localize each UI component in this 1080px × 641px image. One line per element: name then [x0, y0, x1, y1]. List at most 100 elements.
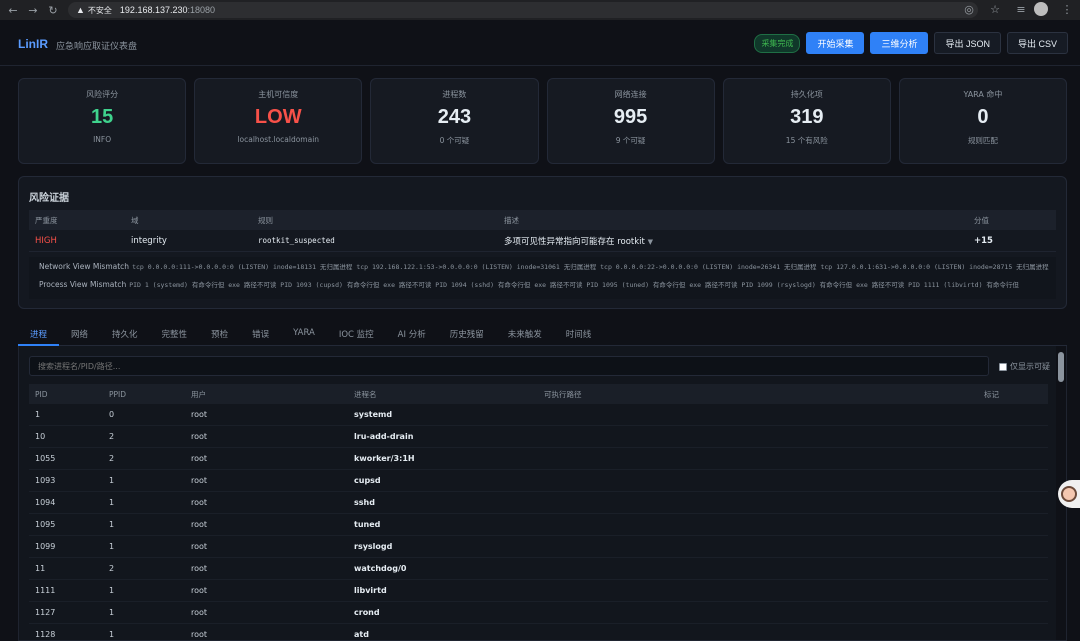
- checkbox[interactable]: [999, 362, 1007, 371]
- tab-timeline[interactable]: 时间线: [554, 322, 604, 346]
- evidence-title: 风险证据: [29, 193, 69, 204]
- address-bar[interactable]: ▲ 不安全 192.168.137.230 :18080: [68, 2, 978, 18]
- cell-ppid: 1: [109, 586, 115, 595]
- col-pid[interactable]: PID: [29, 390, 109, 399]
- risk-score-card: 风险评分 15 INFO: [18, 78, 187, 164]
- card-value: 243: [437, 106, 472, 128]
- profile-avatar[interactable]: [1034, 2, 1048, 16]
- cell-name: tuned: [354, 520, 381, 529]
- analyze-button[interactable]: 三维分析: [870, 32, 929, 54]
- evidence-header: 严重度 域 规则 描述 分值: [29, 210, 1056, 230]
- favorites-icon[interactable]: ≡: [1014, 2, 1028, 16]
- expand-caret-icon[interactable]: ▼: [648, 238, 653, 246]
- export-json-button[interactable]: 导出 JSON: [934, 32, 1001, 54]
- evidence-details: Network View Mismatch tcp 0.0.0.0:111->0…: [29, 257, 1056, 299]
- cell-ppid: 1: [109, 608, 115, 617]
- cell-name: libvirtd: [354, 586, 387, 595]
- cell-ppid: 1: [109, 498, 115, 507]
- col-rule: 规则: [258, 215, 273, 225]
- evidence-table: 严重度 域 规则 描述 分值 HIGH integrity rootkit_su…: [29, 210, 1056, 252]
- card-value: 15: [90, 106, 114, 128]
- menu-icon[interactable]: ⋮: [1060, 2, 1074, 16]
- col-exe[interactable]: 可执行路径: [544, 389, 984, 400]
- tab-network[interactable]: 网络: [59, 322, 100, 346]
- description-cell: 多项可见性异常指向可能存在 rootkit ▼: [504, 235, 974, 247]
- cell-name: atd: [354, 630, 369, 639]
- host-trust-card: 主机可信度 LOW localhost.localdomain: [194, 78, 363, 164]
- cell-name: sshd: [354, 498, 375, 507]
- evidence-row[interactable]: HIGH integrity rootkit_suspected 多项可见性异常…: [29, 230, 1056, 252]
- back-icon[interactable]: ←: [6, 3, 20, 17]
- search-input[interactable]: [38, 361, 988, 371]
- col-score: 分值: [974, 215, 989, 225]
- table-row[interactable]: 1095 1 root tuned: [29, 514, 1048, 536]
- checkbox-label: 仅显示可疑: [1010, 362, 1050, 371]
- assistant-avatar[interactable]: [1058, 480, 1080, 508]
- table-row[interactable]: 11 2 root watchdog/0: [29, 558, 1048, 580]
- cell-pid: 1094: [35, 498, 56, 507]
- warning-icon: ▲: [76, 5, 85, 15]
- tab-future[interactable]: 未来触发: [496, 322, 554, 346]
- card-sub: 9 个可疑: [615, 136, 646, 145]
- col-severity: 严重度: [35, 215, 58, 225]
- table-row[interactable]: 1094 1 root sshd: [29, 492, 1048, 514]
- export-csv-button[interactable]: 导出 CSV: [1006, 32, 1068, 54]
- tab-ioc[interactable]: IOC 监控: [327, 322, 386, 346]
- cell-pid: 1128: [35, 630, 56, 639]
- card-value: 995: [613, 106, 648, 128]
- cell-pid: 1111: [35, 586, 56, 595]
- search-box[interactable]: [29, 356, 989, 376]
- cell-user: root: [191, 498, 208, 507]
- cell-name: crond: [354, 608, 380, 617]
- col-flag[interactable]: 标记: [984, 389, 1044, 400]
- cell-user: root: [191, 630, 208, 639]
- cell-user: root: [191, 520, 208, 529]
- card-label: 网络连接: [614, 90, 647, 99]
- yara-card: YARA 命中 0 规则匹配: [898, 78, 1068, 164]
- tab-yara[interactable]: YARA: [281, 322, 327, 346]
- table-row[interactable]: 1128 1 root atd: [29, 624, 1048, 640]
- risk-evidence-panel: 风险证据 严重度 域 规则 描述 分值 HIGH integrity rootk…: [18, 176, 1067, 309]
- card-sub: 0 个可疑: [439, 136, 470, 145]
- tab-integrity[interactable]: 完整性: [150, 322, 200, 346]
- cell-ppid: 1: [109, 476, 115, 485]
- tab-process[interactable]: 进程: [18, 322, 60, 346]
- tab-precheck[interactable]: 预检: [199, 322, 240, 346]
- col-ppid[interactable]: PPID: [109, 390, 191, 399]
- scrollbar-thumb[interactable]: [1058, 352, 1064, 382]
- card-sub: 15 个有风险: [785, 136, 828, 145]
- star-icon[interactable]: ☆: [988, 2, 1002, 16]
- app-header: LinIR 应急响应取证仪表盘 采集完成 开始采集 三维分析 导出 JSON 导…: [0, 20, 1080, 66]
- cell-ppid: 1: [109, 520, 115, 529]
- cell-pid: 1093: [35, 476, 56, 485]
- tab-persistence[interactable]: 持久化: [100, 322, 150, 346]
- col-name[interactable]: 进程名: [354, 389, 544, 400]
- severity-value: HIGH: [35, 235, 57, 246]
- cell-ppid: 0: [109, 410, 115, 419]
- cell-pid: 1055: [35, 454, 56, 463]
- start-collect-button[interactable]: 开始采集: [806, 32, 865, 54]
- cell-user: root: [191, 432, 208, 441]
- table-row[interactable]: 1127 1 root crond: [29, 602, 1048, 624]
- cell-ppid: 2: [109, 432, 115, 441]
- table-row[interactable]: 1055 2 root kworker/3:1H: [29, 448, 1048, 470]
- reload-icon[interactable]: ↻: [46, 3, 60, 17]
- table-row[interactable]: 10 2 root lru-add-drain: [29, 426, 1048, 448]
- col-user[interactable]: 用户: [191, 389, 354, 400]
- detail-value: tcp 0.0.0.0:111->0.0.0.0:0 (LISTEN) inod…: [132, 263, 1049, 271]
- extension-icon[interactable]: ◎: [962, 2, 976, 16]
- cell-user: root: [191, 454, 208, 463]
- forward-icon[interactable]: →: [26, 3, 40, 17]
- table-row[interactable]: 1099 1 root rsyslogd: [29, 536, 1048, 558]
- tab-history[interactable]: 历史残留: [438, 322, 496, 346]
- card-value: 319: [790, 106, 824, 128]
- table-row[interactable]: 1093 1 root cupsd: [29, 470, 1048, 492]
- table-row[interactable]: 1111 1 root libvirtd: [29, 580, 1048, 602]
- only-suspicious-toggle[interactable]: 仅显示可疑: [999, 361, 1050, 372]
- tab-ai[interactable]: AI 分析: [386, 322, 438, 346]
- table-row[interactable]: 1 0 root systemd: [29, 404, 1048, 426]
- tab-errors[interactable]: 错误: [240, 322, 281, 346]
- cell-ppid: 1: [109, 542, 115, 551]
- detail-key: Network View Mismatch: [39, 261, 130, 271]
- cell-ppid: 2: [109, 564, 115, 573]
